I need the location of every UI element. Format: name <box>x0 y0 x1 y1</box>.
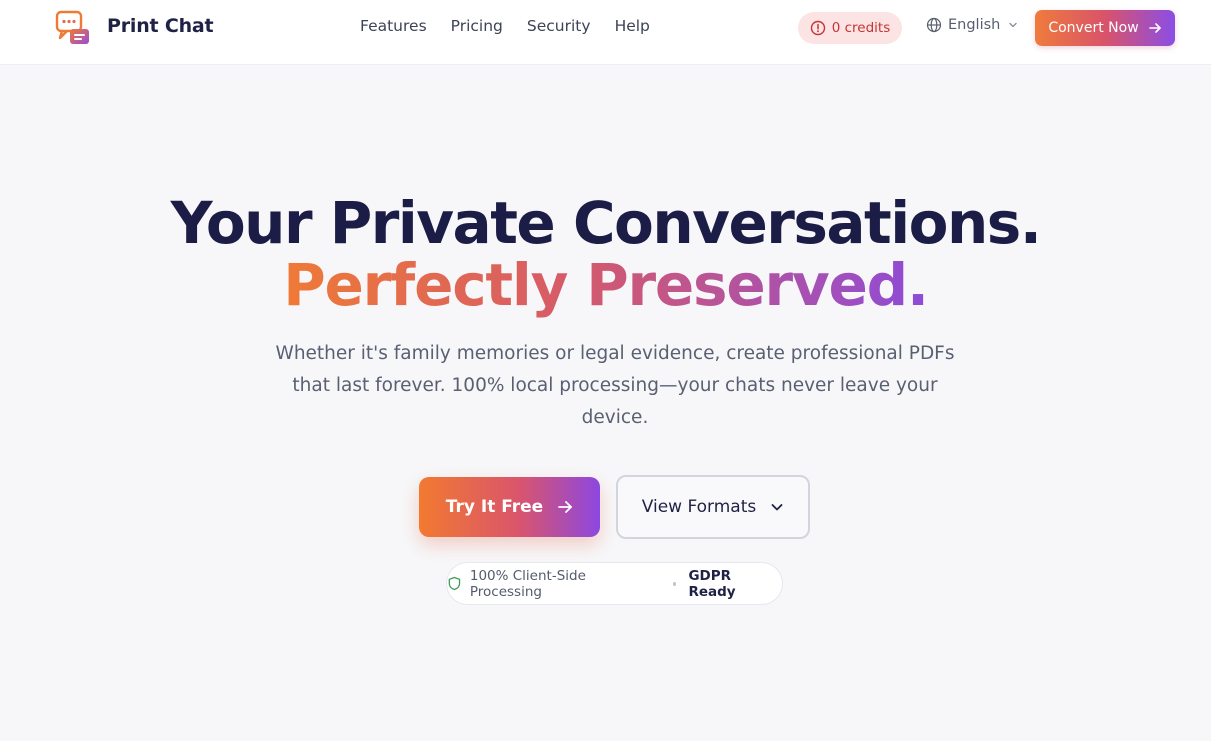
convert-now-button[interactable]: Convert Now <box>1035 10 1175 46</box>
main-nav: Features Pricing Security Help <box>360 17 650 35</box>
try-it-free-button[interactable]: Try It Free <box>419 477 600 537</box>
chevron-down-icon <box>771 504 783 511</box>
view-formats-button[interactable]: View Formats <box>616 475 810 539</box>
hero-title: Your Private Conversations. <box>170 189 1042 257</box>
language-selector[interactable]: English <box>926 17 1018 33</box>
chevron-down-icon <box>1009 22 1018 28</box>
nav-item-help[interactable]: Help <box>615 17 650 35</box>
globe-icon <box>926 17 942 33</box>
credits-label: 0 credits <box>831 20 891 36</box>
separator-dot <box>672 581 677 586</box>
trust-badge: 100% Client-Side Processing GDPR Ready <box>446 562 783 605</box>
client-side-label: 100% Client-Side Processing <box>469 567 586 600</box>
arrow-right-icon <box>558 501 573 513</box>
gdpr-label: GDPR Ready <box>688 567 736 600</box>
chat-bubbles-logo-icon[interactable] <box>55 10 91 46</box>
brand-name[interactable]: Print Chat <box>107 15 214 37</box>
language-label: English <box>948 17 1001 33</box>
hero-subtitle: Whether it's family memories or legal ev… <box>275 343 955 428</box>
alert-circle-icon <box>810 20 825 36</box>
try-it-free-label: Try It Free <box>445 497 544 517</box>
nav-item-features[interactable]: Features <box>360 17 427 35</box>
credits-badge[interactable]: 0 credits <box>798 12 902 44</box>
shield-icon <box>448 576 461 591</box>
hero-title-highlight-row: Perfectly Preserved. <box>0 250 1211 320</box>
hero-title-highlight: Perfectly Preserved. <box>283 251 929 319</box>
arrow-right-icon <box>1148 23 1161 33</box>
top-navbar: Print Chat Features Pricing Security Hel… <box>0 0 1211 65</box>
convert-now-label: Convert Now <box>1048 20 1139 36</box>
nav-item-security[interactable]: Security <box>527 17 591 35</box>
nav-item-pricing[interactable]: Pricing <box>451 17 503 35</box>
view-formats-label: View Formats <box>641 497 757 517</box>
